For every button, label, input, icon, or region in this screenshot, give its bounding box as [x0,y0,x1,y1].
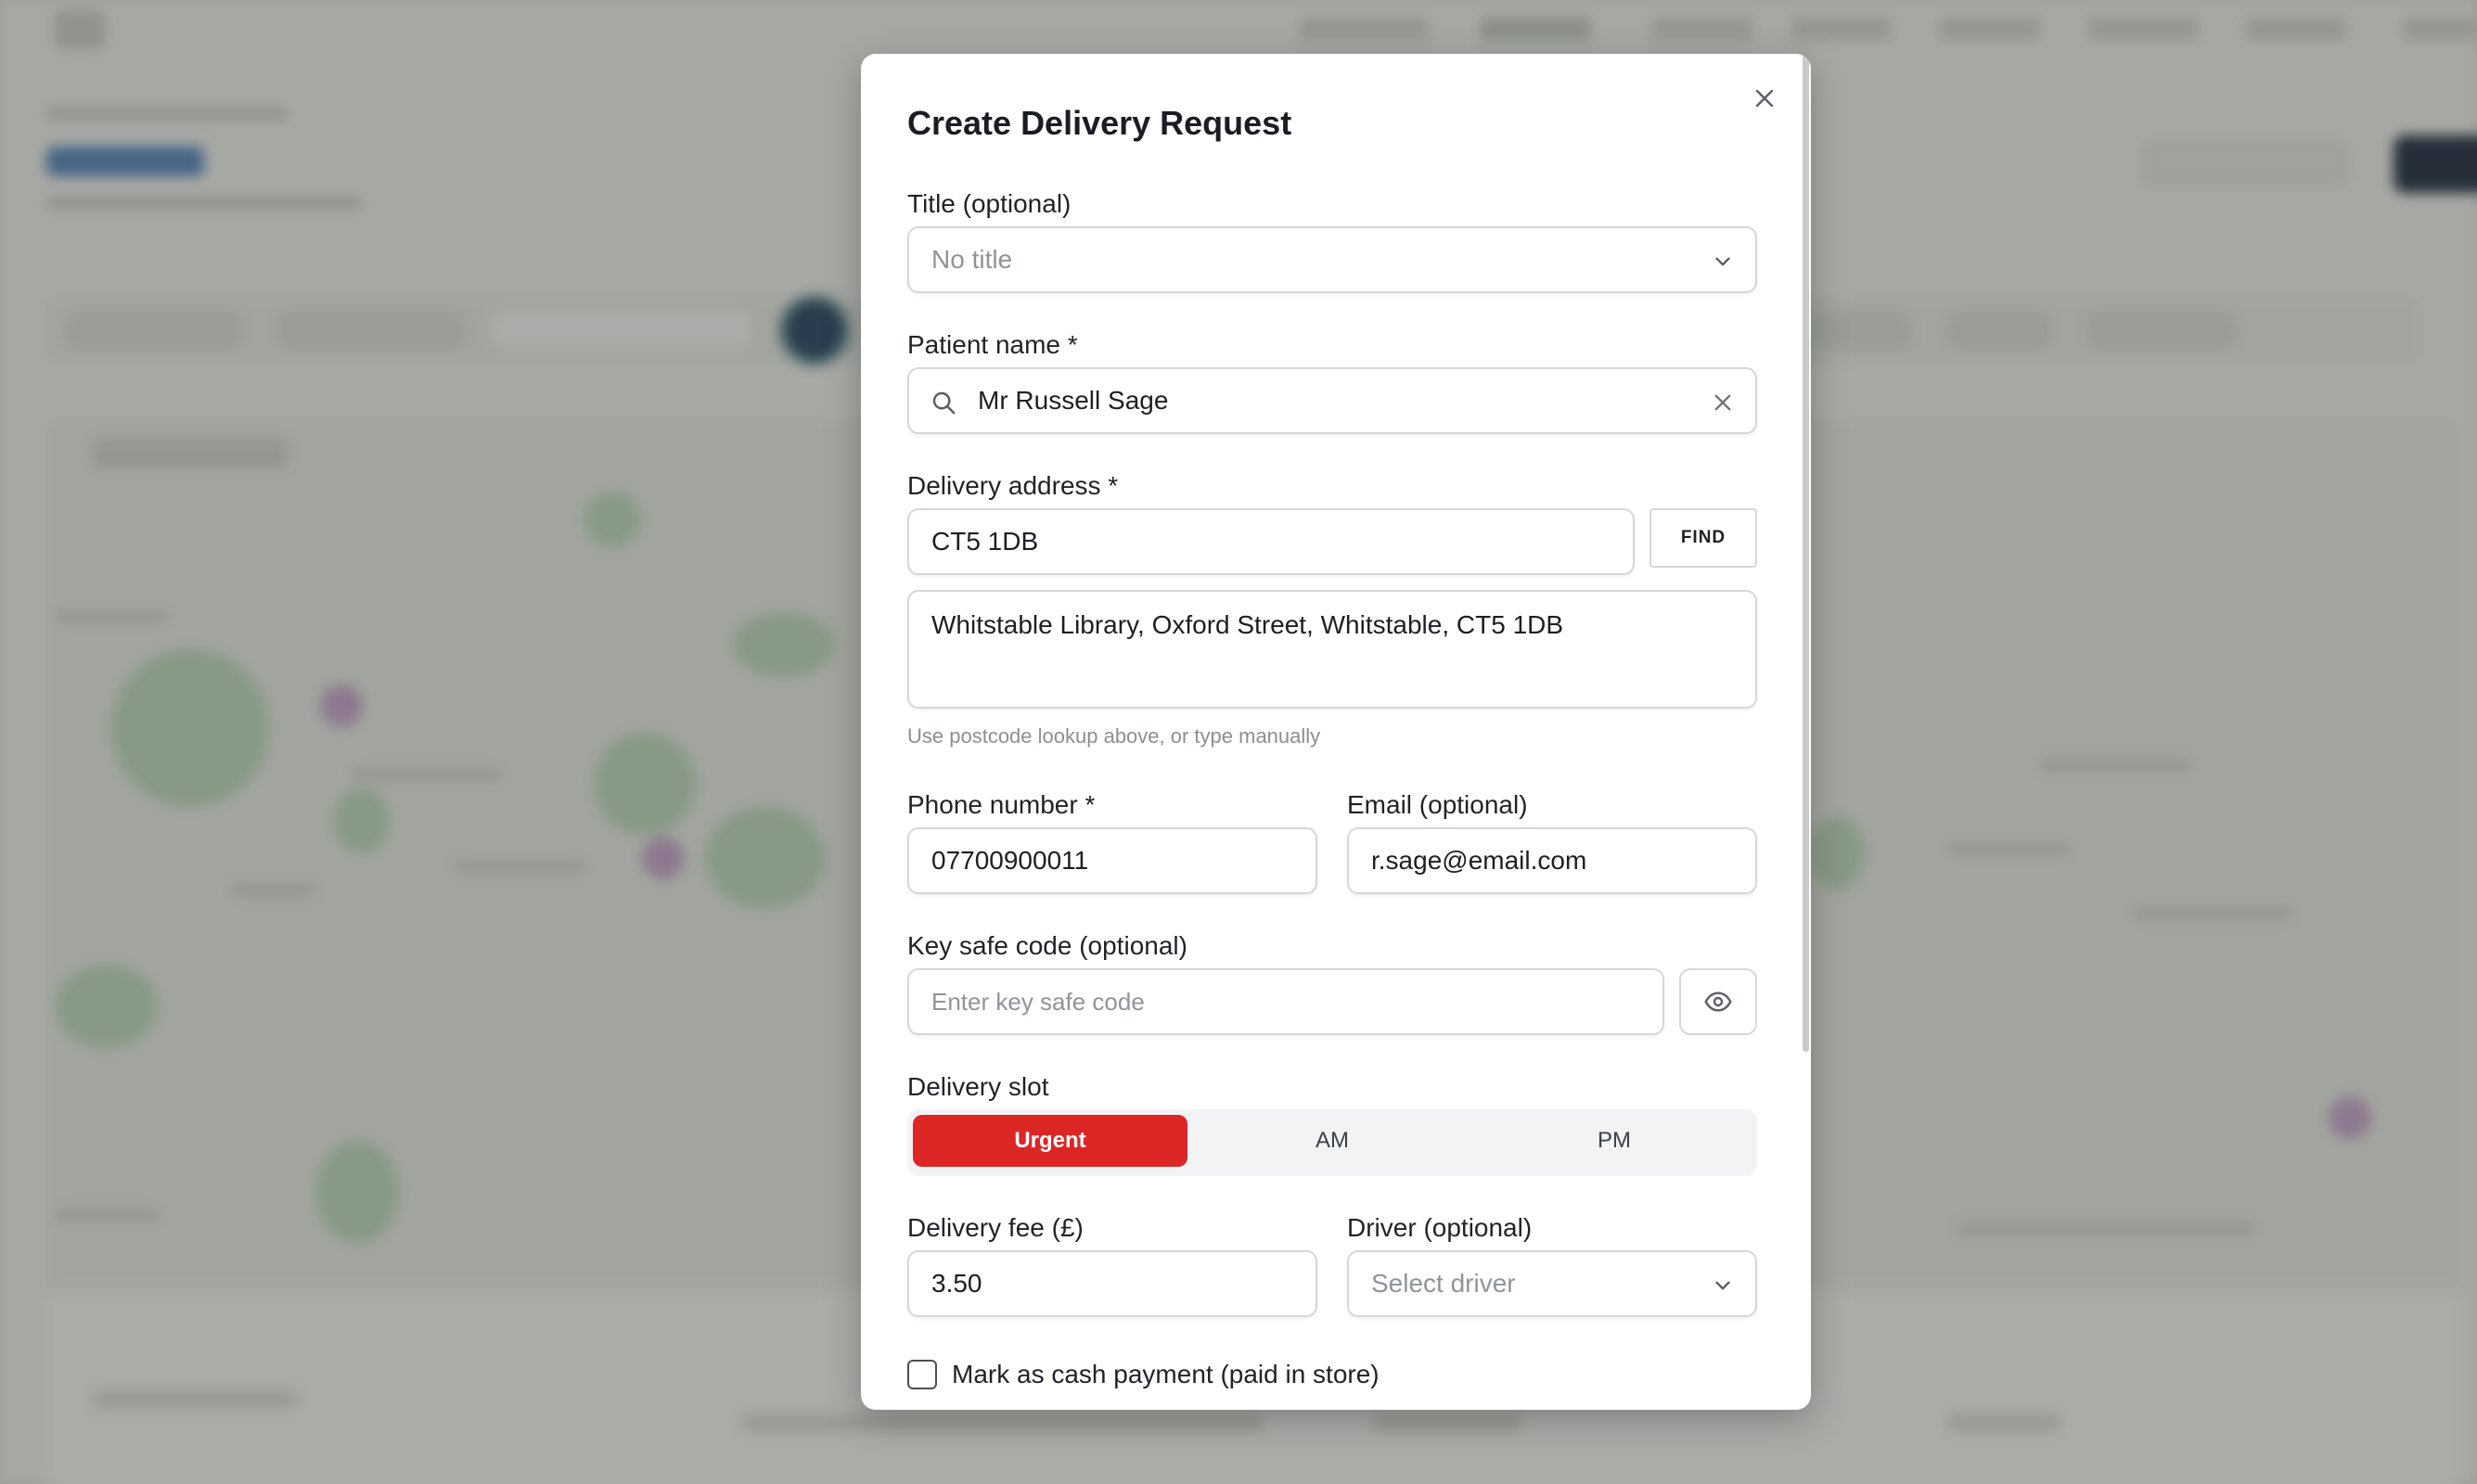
postcode-value: CT5 1DB [931,527,1039,556]
driver-placeholder: Select driver [1371,1269,1516,1298]
slot-urgent[interactable]: Urgent [913,1115,1187,1167]
title-label: Title (optional) [907,189,1072,218]
title-placeholder: No title [931,245,1013,274]
address-value: Whitstable Library, Oxford Street, Whits… [931,610,1564,639]
email-label: Email (optional) [1347,790,1528,819]
delivery-address-label: Delivery address * [907,471,1119,500]
delivery-slot-toggle: Urgent AM PM [907,1109,1757,1176]
patient-name-label: Patient name * [907,330,1078,359]
phone-value: 07700900011 [931,846,1089,875]
chevron-down-icon [1715,1281,1730,1290]
patient-name-value: Mr Russell Sage [978,386,1169,415]
close-button[interactable] [1746,80,1783,117]
phone-input[interactable]: 07700900011 [907,827,1317,894]
title-select[interactable]: No title [907,226,1757,293]
delivery-fee-label: Delivery fee (£) [907,1213,1084,1242]
patient-name-input[interactable]: Mr Russell Sage [907,367,1757,434]
delivery-slot-label: Delivery slot [907,1072,1049,1101]
eye-icon [1704,991,1732,1012]
address-textarea[interactable]: Whitstable Library, Oxford Street, Whits… [907,590,1757,709]
email-value: r.sage@email.com [1371,846,1587,875]
search-icon [932,391,956,415]
address-hint: Use postcode lookup above, or type manua… [907,724,1321,748]
cash-payment-label[interactable]: Mark as cash payment (paid in store) [952,1360,1380,1389]
driver-select[interactable]: Select driver [1347,1250,1757,1317]
postcode-input[interactable]: CT5 1DB [907,508,1635,575]
key-safe-input[interactable]: Enter key safe code [907,968,1664,1035]
modal-title: Create Delivery Request [907,104,1292,142]
cash-payment-checkbox[interactable] [907,1360,937,1389]
show-key-safe-button[interactable] [1679,968,1757,1035]
delivery-fee-value: 3.50 [931,1269,982,1298]
delivery-fee-input[interactable]: 3.50 [907,1250,1317,1317]
clear-icon[interactable] [1713,392,1733,413]
phone-label: Phone number * [907,790,1096,819]
slot-pm[interactable]: PM [1477,1115,1752,1167]
key-safe-label: Key safe code (optional) [907,931,1187,960]
close-icon [1755,89,1774,108]
modal-scrollbar[interactable] [1803,54,1809,1052]
chevron-down-icon [1715,257,1730,266]
find-button[interactable]: FIND [1649,508,1757,568]
email-input[interactable]: r.sage@email.com [1347,827,1757,894]
create-delivery-modal: Create Delivery Request Title (optional)… [861,54,1811,1410]
key-safe-placeholder: Enter key safe code [931,987,1145,1016]
driver-label: Driver (optional) [1347,1213,1533,1242]
slot-am[interactable]: AM [1195,1115,1470,1167]
